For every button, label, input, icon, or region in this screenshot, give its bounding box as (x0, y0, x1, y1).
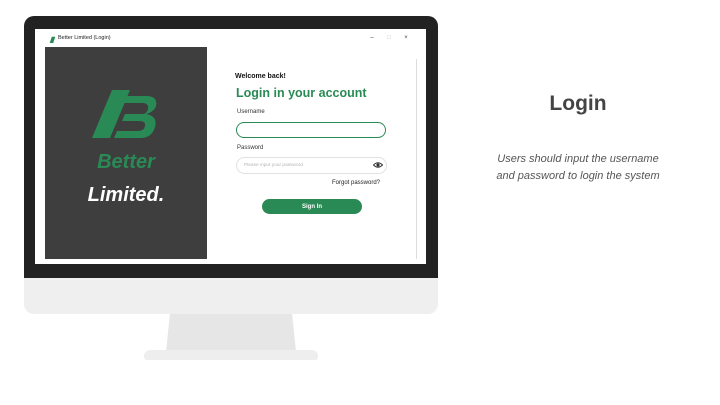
maximize-button[interactable]: □ (384, 35, 394, 41)
bp-logo-icon (92, 90, 157, 138)
monitor-chin (24, 278, 438, 314)
sign-in-button[interactable]: Sign In (262, 199, 362, 214)
app-logo-icon (49, 36, 56, 43)
window-title: Better Limited (Login) (58, 35, 111, 41)
brand-name-better: Better (97, 151, 155, 173)
welcome-text: Welcome back! (235, 73, 286, 80)
monitor-stand-neck (166, 314, 296, 352)
eye-icon[interactable] (373, 160, 383, 170)
section-heading: Login (549, 92, 607, 115)
close-button[interactable]: × (401, 35, 411, 41)
forgot-password-link[interactable]: Forgot password? (332, 180, 380, 186)
brand-panel: Better Limited. (45, 47, 207, 259)
section-description: Users should input the username and pass… (496, 153, 660, 182)
brand-name-limited: Limited. (87, 184, 165, 206)
login-heading: Login in your account (236, 86, 367, 100)
login-window: Better Limited (Login) – □ × Better Limi… (35, 29, 426, 264)
window-right-divider (416, 59, 417, 259)
monitor-stand-base (144, 350, 318, 360)
window-title-bar: Better Limited (Login) – □ × (35, 29, 426, 47)
username-label: Username (237, 109, 265, 115)
password-label: Password (237, 145, 264, 151)
username-input[interactable] (236, 122, 386, 138)
minimize-button[interactable]: – (367, 35, 377, 41)
password-input[interactable] (236, 157, 387, 174)
